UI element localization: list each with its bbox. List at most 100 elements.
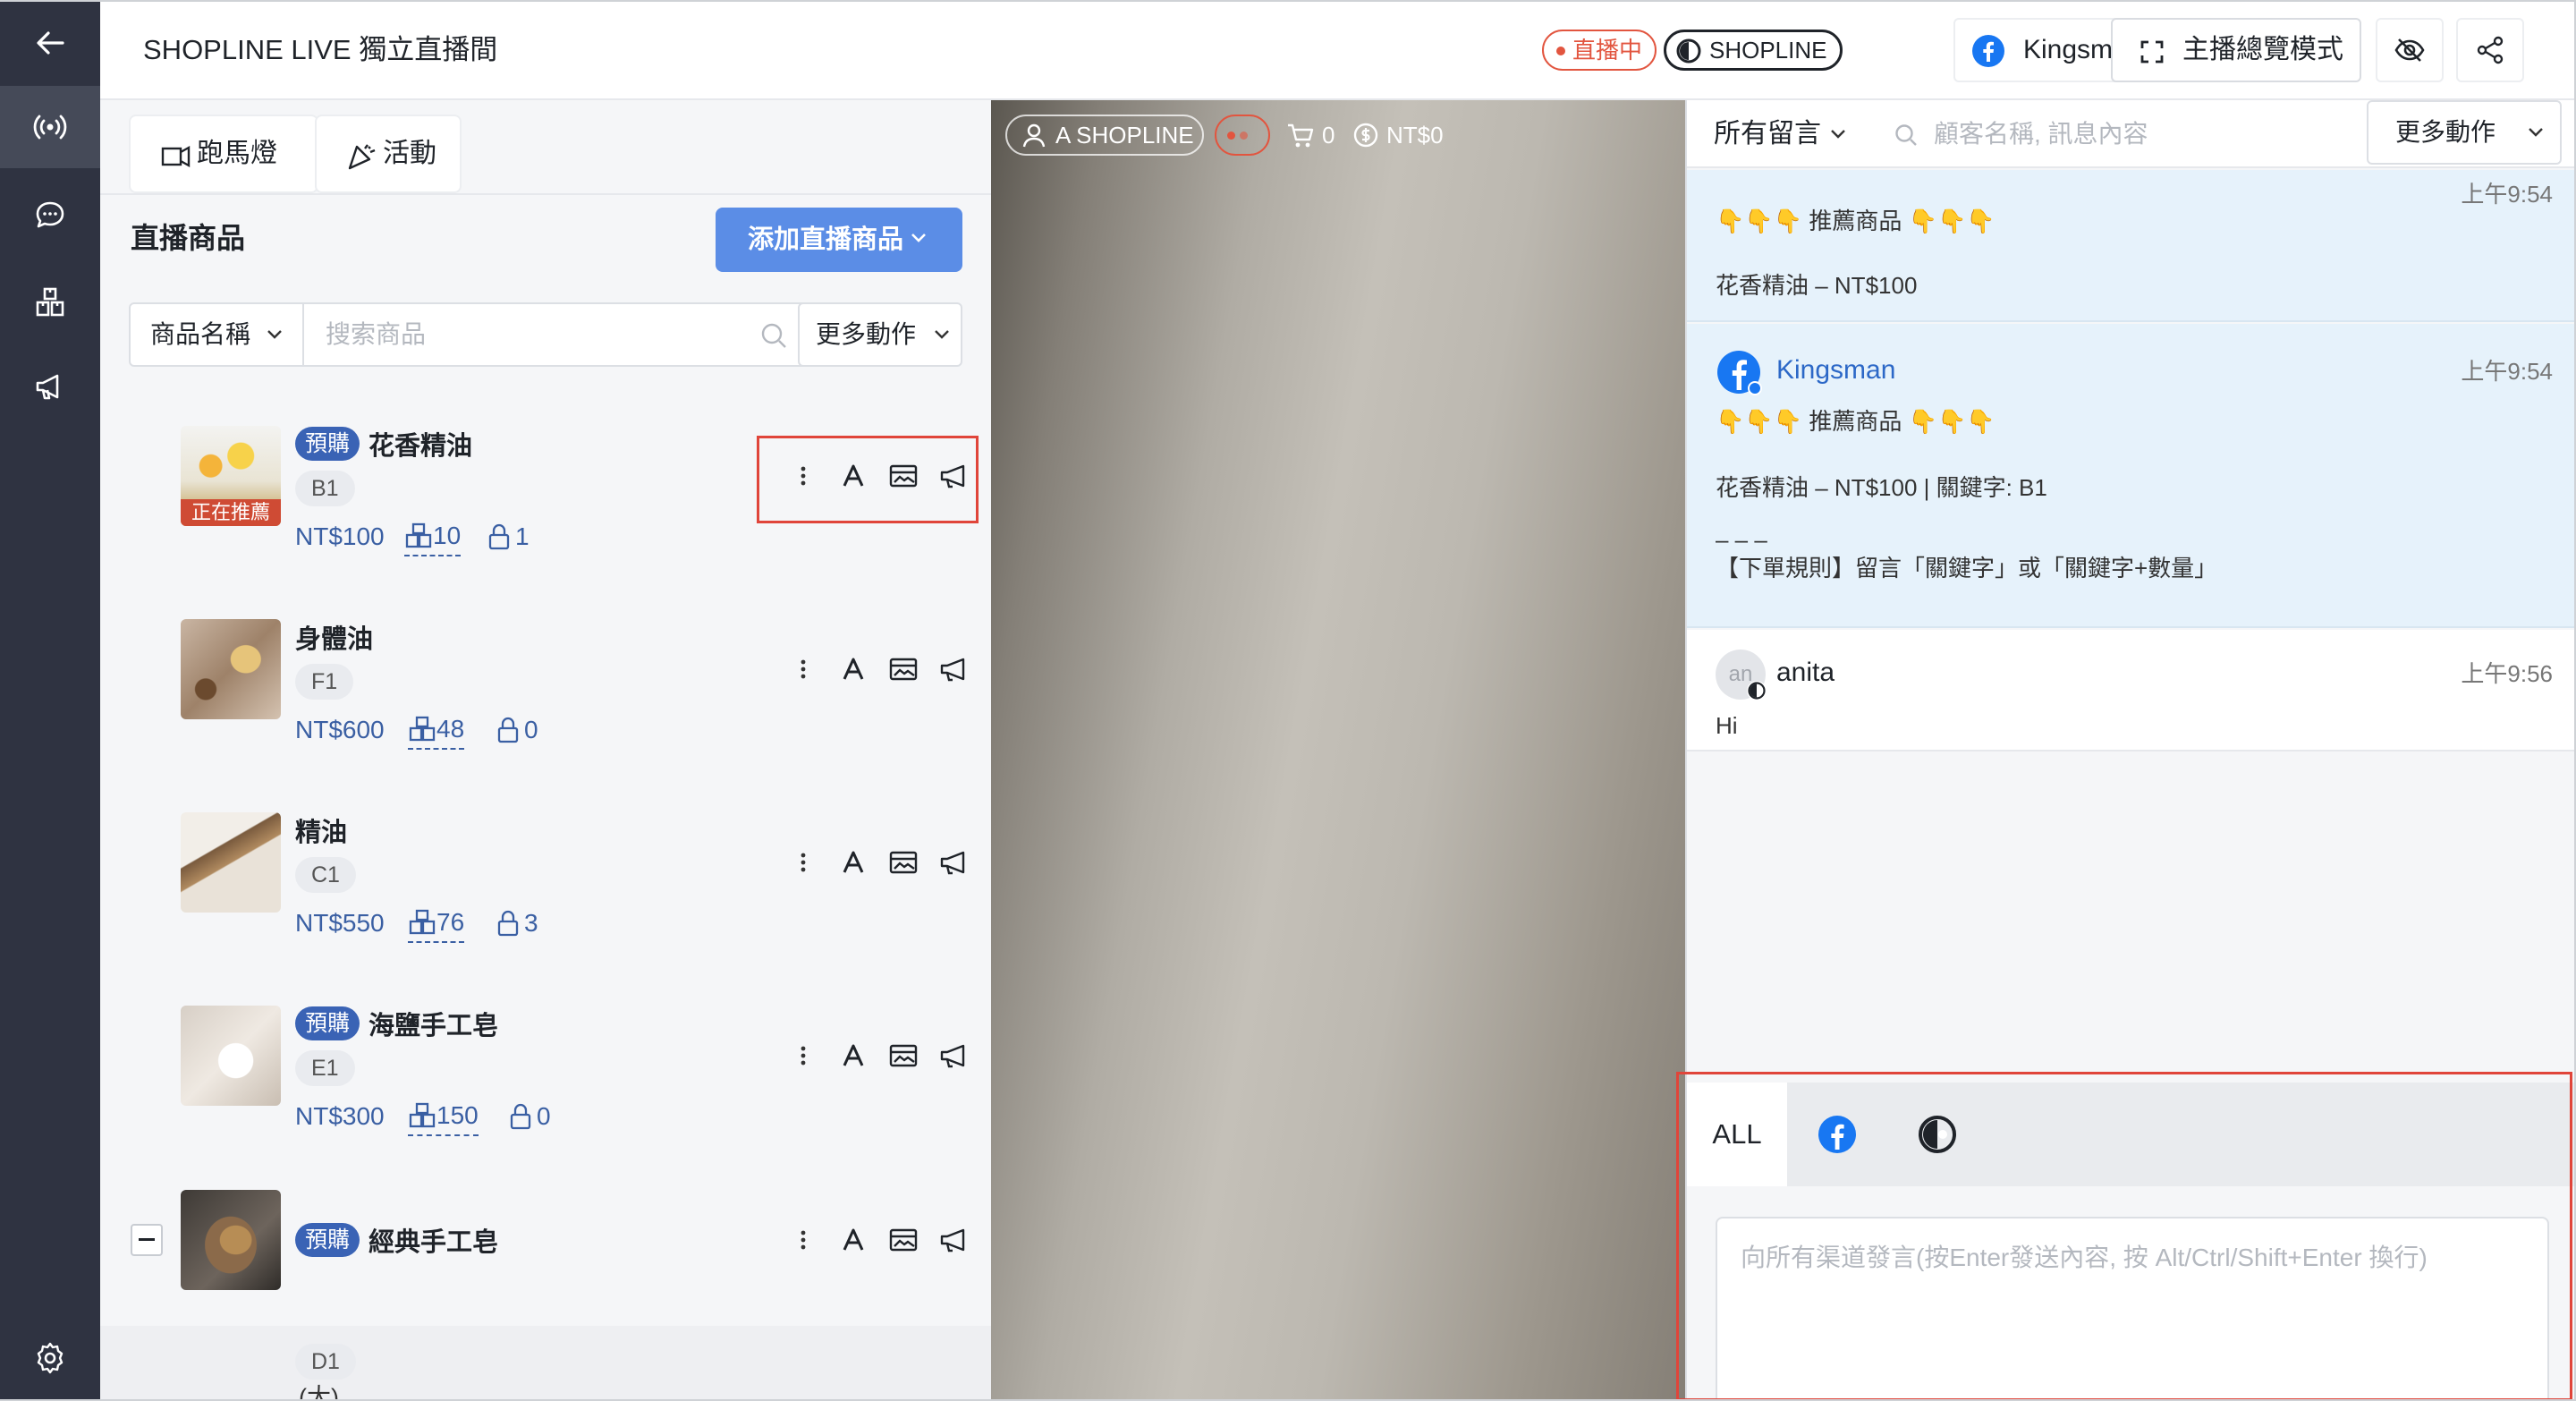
fullscreen-icon [2140, 39, 2165, 64]
product-name-row: 身體油 [295, 619, 373, 655]
comment-item[interactable]: an anita 上午9:56 Hi [1687, 630, 2576, 751]
product-row[interactable]: 正在推薦 預購 花香精油 B1 NT$100 10 1 [100, 392, 991, 585]
comment-item[interactable]: 上午9:54 👇👇👇 推薦商品 👇👇👇 花香精油 – NT$100 [1687, 170, 2576, 322]
settings-button[interactable] [0, 1317, 100, 1399]
comment-item[interactable]: Kingsman 上午9:54 👇👇👇 推薦商品 👇👇👇 花香精油 – NT$1… [1687, 324, 2576, 628]
comment-line: 花香精油 – NT$100 | 關鍵字: B1 [1716, 474, 2047, 501]
preorder-badge: 預購 [295, 1006, 360, 1040]
megaphone-icon[interactable] [934, 1220, 973, 1260]
activity-button[interactable]: 活動 [315, 115, 462, 193]
tab-facebook[interactable] [1787, 1083, 1887, 1186]
sidebar-item-messages[interactable] [0, 174, 100, 256]
hide-view-button[interactable] [2376, 18, 2444, 82]
lock-icon [508, 1102, 533, 1131]
collapse-toggle[interactable] [131, 1224, 163, 1256]
text-overlay-icon[interactable] [834, 456, 873, 496]
stock-count[interactable]: 76 [408, 904, 465, 943]
product-row[interactable]: 精油 C1 NT$550 76 3 [100, 778, 991, 972]
comment-line: – – – [1716, 526, 1767, 553]
variant-row[interactable]: D1 (大) [100, 1326, 991, 1401]
share-icon [2475, 35, 2505, 65]
comment-line: 花香精油 – NT$100 [1716, 272, 1918, 299]
shopline-icon [1917, 1114, 1958, 1155]
chevron-down-icon [267, 329, 283, 340]
comment-author[interactable]: anita [1776, 655, 1835, 691]
tab-shopline[interactable] [1887, 1083, 1987, 1186]
stock-count[interactable]: 150 [408, 1097, 479, 1136]
stock-value: 150 [436, 1101, 479, 1129]
locked-count: 0 [496, 710, 538, 750]
kebab-menu-icon[interactable] [784, 843, 823, 882]
kebab-menu-icon[interactable] [784, 456, 823, 496]
channel-tabs: ALL [1687, 1083, 2576, 1186]
locked-value: 1 [515, 522, 530, 550]
keyword-badge: E1 [295, 1050, 355, 1086]
share-button[interactable] [2456, 18, 2524, 82]
text-overlay-icon[interactable] [834, 650, 873, 689]
tab-all-channels[interactable]: ALL [1687, 1083, 1787, 1186]
comment-filter-dropdown[interactable]: 所有留言 [1714, 100, 1846, 168]
locked-value: 0 [524, 716, 538, 743]
product-row[interactable]: 身體油 F1 NT$600 48 0 [100, 585, 991, 778]
kebab-menu-icon[interactable] [784, 1036, 823, 1075]
megaphone-icon[interactable] [934, 650, 973, 689]
comment-line: Hi [1716, 712, 1738, 739]
products-panel: 跑馬燈 活動 直播商品 添加直播商品 商品名稱 搜索商品 更多動作 正在推薦 預… [100, 100, 991, 1401]
text-overlay-icon[interactable] [834, 843, 873, 882]
kebab-menu-icon[interactable] [784, 650, 823, 689]
product-search-input[interactable] [306, 304, 771, 365]
megaphone-icon[interactable] [934, 1036, 973, 1075]
product-search-bar: 商品名稱 [129, 302, 825, 367]
stock-count[interactable]: 10 [404, 517, 462, 556]
live-dot-icon [1556, 47, 1565, 55]
product-card-icon[interactable] [884, 456, 923, 496]
locked-value: 0 [537, 1102, 551, 1130]
back-button[interactable] [0, 2, 100, 84]
product-card-icon[interactable] [884, 843, 923, 882]
stock-count[interactable]: 48 [408, 710, 465, 750]
marquee-button[interactable]: 跑馬燈 [129, 115, 318, 193]
boxes-icon [32, 284, 68, 320]
product-name-row: 預購 花香精油 [295, 426, 472, 462]
message-composer [1716, 1217, 2549, 1401]
comment-search-input[interactable] [1934, 113, 2363, 156]
sidebar-item-announcements[interactable] [0, 345, 100, 428]
revenue-counter: NT$0 [1352, 115, 1444, 156]
text-overlay-icon[interactable] [834, 1036, 873, 1075]
megaphone-icon[interactable] [934, 843, 973, 882]
product-thumbnail [181, 1006, 281, 1106]
gear-icon [32, 1340, 68, 1376]
sidebar-item-live[interactable] [0, 86, 100, 168]
message-input[interactable] [1717, 1218, 2547, 1401]
live-status-badge: 直播中 [1542, 30, 1657, 71]
user-icon [1021, 123, 1046, 148]
search-icon[interactable] [760, 322, 787, 349]
product-card-icon[interactable] [884, 1036, 923, 1075]
shopline-badge-icon [1746, 680, 1767, 701]
comments-header: 所有留言 更多動作 [1687, 100, 2576, 168]
product-row[interactable]: 預購 海鹽手工皂 E1 NT$300 150 0 [100, 972, 991, 1165]
window-frame-top [0, 0, 2576, 2]
comment-author[interactable]: Kingsman [1776, 352, 1895, 388]
product-card-icon[interactable] [884, 1220, 923, 1260]
product-more-actions-button[interactable]: 更多動作 [798, 302, 962, 367]
stock-icon [404, 522, 433, 550]
locked-count: 3 [496, 904, 538, 943]
preorder-badge: 預購 [295, 1223, 360, 1257]
kebab-menu-icon[interactable] [784, 1220, 823, 1260]
product-row[interactable]: 預購 經典手工皂 D1 (大) [100, 1165, 991, 1401]
product-price: NT$550 [295, 909, 385, 937]
sidebar-item-products[interactable] [0, 261, 100, 344]
search-field-select[interactable]: 商品名稱 [131, 304, 304, 365]
comments-more-actions-button[interactable]: 更多動作 [2367, 100, 2562, 165]
product-price: NT$100 [295, 522, 385, 550]
text-overlay-icon[interactable] [834, 1220, 873, 1260]
product-card-icon[interactable] [884, 650, 923, 689]
lock-icon [496, 716, 521, 744]
page-title: SHOPLINE LIVE 獨立直播間 [143, 34, 498, 65]
comments-panel: 所有留言 更多動作 上午9:54 👇👇👇 推薦商品 👇👇👇 花香精油 – NT$… [1676, 100, 2576, 1401]
add-live-product-button[interactable]: 添加直播商品 [716, 208, 962, 272]
keyword-badge: B1 [295, 471, 355, 506]
overview-mode-button[interactable]: 主播總覽模式 [2111, 18, 2361, 82]
megaphone-icon[interactable] [934, 456, 973, 496]
